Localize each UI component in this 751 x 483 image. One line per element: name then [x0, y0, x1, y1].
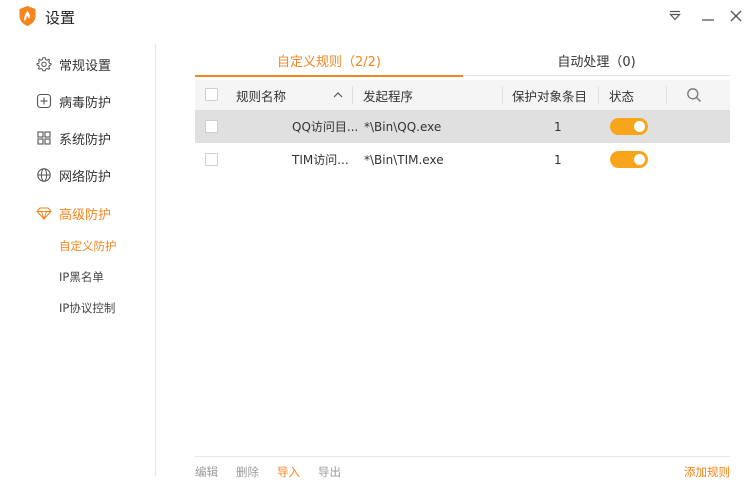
delete-button[interactable]: 删除 — [236, 464, 259, 480]
header-program[interactable]: 发起程序 — [363, 80, 413, 110]
footer-toolbar: 编辑 删除 导入 导出 添加规则 — [195, 456, 730, 483]
subitem-ip-protocol[interactable]: IP协议控制 — [59, 300, 115, 316]
rules-table: 规则名称 发起程序 保护对象条目 状态 QQ访问目... *\Bin\QQ.ex… — [195, 80, 730, 176]
search-icon[interactable] — [686, 87, 702, 103]
shield-logo-icon — [19, 6, 36, 26]
table-row[interactable]: QQ访问目... *\Bin\QQ.exe 1 — [195, 110, 730, 143]
sidebar-item-label: 网络防护 — [59, 169, 112, 185]
sidebar-item-advanced[interactable]: 高级防护 — [36, 202, 111, 224]
table-row[interactable]: TIM访问... *\Bin\TIM.exe 1 — [195, 143, 730, 176]
column-divider[interactable] — [598, 86, 599, 104]
sidebar-item-virus[interactable]: 病毒防护 — [36, 90, 111, 112]
header-rule-name[interactable]: 规则名称 — [236, 80, 286, 110]
sidebar-item-label: 系统防护 — [59, 132, 112, 148]
column-divider[interactable] — [502, 86, 503, 104]
table-header: 规则名称 发起程序 保护对象条目 状态 — [195, 80, 730, 110]
sidebar: 常规设置 病毒防护 系统防护 网络防护 高级防护 自定义防护 IP黑名单 IP协… — [0, 44, 156, 476]
gear-icon — [36, 57, 52, 72]
sidebar-item-label: 高级防护 — [59, 207, 112, 223]
rule-name-cell: TIM访问... — [292, 153, 349, 167]
tab-custom-rules[interactable]: 自定义规则（2/2) — [195, 44, 463, 77]
sidebar-item-general[interactable]: 常规设置 — [36, 53, 111, 75]
row-checkbox[interactable] — [205, 120, 218, 133]
sort-up-icon[interactable] — [332, 89, 344, 101]
subitem-custom-protection[interactable]: 自定义防护 — [59, 238, 117, 254]
window-title: 设置 — [45, 9, 76, 27]
sidebar-item-system[interactable]: 系统防护 — [36, 127, 111, 149]
row-checkbox[interactable] — [205, 153, 218, 166]
edit-button[interactable]: 编辑 — [195, 464, 218, 480]
tab-bar: 自定义规则（2/2) 自动处理（0) — [195, 44, 730, 77]
header-object-count[interactable]: 保护对象条目 — [512, 80, 587, 110]
tab-auto-process[interactable]: 自动处理（0) — [463, 44, 730, 76]
minimize-icon[interactable] — [700, 8, 716, 24]
status-toggle[interactable] — [610, 118, 648, 135]
program-cell: *\Bin\TIM.exe — [364, 152, 444, 167]
column-divider[interactable] — [352, 86, 353, 104]
count-cell: 1 — [554, 119, 562, 134]
diamond-icon — [36, 207, 52, 221]
sidebar-item-network[interactable]: 网络防护 — [36, 164, 111, 186]
header-status[interactable]: 状态 — [609, 80, 634, 110]
close-icon[interactable] — [728, 8, 744, 24]
column-divider[interactable] — [666, 86, 667, 104]
import-button[interactable]: 导入 — [277, 464, 300, 480]
rule-name-cell: QQ访问目... — [292, 120, 359, 134]
sidebar-item-label: 常规设置 — [59, 58, 112, 74]
subitem-ip-blacklist[interactable]: IP黑名单 — [59, 269, 104, 285]
globe-icon — [37, 168, 51, 182]
plus-box-icon — [36, 93, 52, 109]
settings-window: 设置 常规设置 病毒防护 系统防护 网络防护 高级防护 自定义防护 IP黑名单 … — [0, 0, 751, 483]
count-cell: 1 — [554, 152, 562, 167]
select-all-checkbox[interactable] — [205, 88, 218, 101]
add-rule-button[interactable]: 添加规则 — [684, 464, 730, 480]
title-bar: 设置 — [0, 0, 751, 34]
program-cell: *\Bin\QQ.exe — [364, 119, 442, 134]
export-button[interactable]: 导出 — [318, 464, 341, 480]
dropdown-menu-icon[interactable] — [667, 8, 683, 24]
sidebar-item-label: 病毒防护 — [59, 95, 112, 111]
grid-icon — [37, 131, 51, 145]
status-toggle[interactable] — [610, 151, 648, 168]
